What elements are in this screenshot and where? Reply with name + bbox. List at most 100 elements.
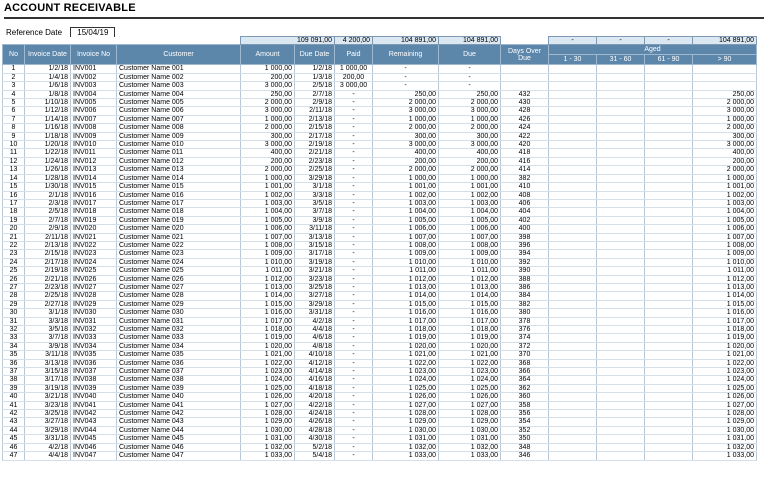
invoice-date-cell: 1/2/18 (24, 64, 71, 74)
table-row[interactable]: 37 3/15/18 INV037 Customer Name 037 1 023,00… (2, 367, 757, 377)
col-header-amount[interactable]: Amount (240, 44, 295, 66)
table-row[interactable]: 15 1/30/18 INV015 Customer Name 015 1 001,00… (2, 182, 757, 192)
col-header-no[interactable]: No (2, 44, 25, 66)
table-row[interactable]: 26 2/21/18 INV026 Customer Name 026 1 012,00… (2, 275, 757, 284)
table-row[interactable]: 9 1/18/18 INV009 Customer Name 009 300,00 2/1… (2, 132, 757, 142)
customer-name-cell: Customer Name 012 (116, 157, 241, 167)
aged-1-30-cell (548, 375, 597, 385)
table-row[interactable]: 39 3/19/18 INV039 Customer Name 039 1 025,00… (2, 384, 757, 394)
aged-61-90-cell (644, 350, 693, 360)
invoice-no-cell: INV016 (70, 191, 117, 200)
col-header-due-date[interactable]: Due Date (294, 44, 335, 66)
remaining-cell: 1 016,00 (372, 308, 439, 318)
col-header-invoice-no[interactable]: Invoice No (70, 44, 117, 66)
col-header-aged-31-60[interactable]: 31 - 60 (596, 54, 645, 66)
table-row[interactable]: 13 1/26/18 INV013 Customer Name 013 2 000,00… (2, 165, 757, 175)
table-row[interactable]: 4 1/8/18 INV004 Customer Name 004 250,00 2/7/… (2, 90, 757, 100)
table-row[interactable]: 11 1/22/18 INV011 Customer Name 011 400,00 2/… (2, 148, 757, 158)
table-row[interactable]: 43 3/27/18 INV043 Customer Name 043 1 029,00… (2, 417, 757, 427)
table-row[interactable]: 22 2/13/18 INV022 Customer Name 022 1 008,00… (2, 241, 757, 251)
days-over-due-cell: 364 (500, 375, 549, 385)
totals-row: 109 091,00 4 200,00 104 891,00 104 891,0… (2, 35, 757, 46)
col-header-aged-1-30[interactable]: 1 - 30 (548, 54, 597, 66)
table-row[interactable]: 45 3/31/18 INV045 Customer Name 045 1 031,00… (2, 434, 757, 444)
table-row[interactable]: 3 1/6/18 INV003 Customer Name 003 3 000,00 2/… (2, 81, 757, 91)
invoice-date-cell: 1/22/18 (24, 148, 71, 158)
customer-name-cell: Customer Name 005 (116, 98, 241, 108)
table-row[interactable]: 36 3/13/18 INV036 Customer Name 036 1 022,00… (2, 359, 757, 369)
table-row[interactable]: 34 3/9/18 INV034 Customer Name 034 1 020,00 4… (2, 342, 757, 352)
table-row[interactable]: 27 2/23/18 INV027 Customer Name 027 1 013,00… (2, 283, 757, 293)
table-row[interactable]: 33 3/7/18 INV033 Customer Name 033 1 019,00 4… (2, 333, 757, 343)
table-row[interactable]: 6 1/12/18 INV006 Customer Name 006 3 000,00 2… (2, 106, 757, 116)
table-row[interactable]: 24 2/17/18 INV024 Customer Name 024 1 010,00… (2, 258, 757, 268)
table-row[interactable]: 7 1/14/18 INV007 Customer Name 007 1 000,00 2… (2, 115, 757, 125)
paid-cell: - (334, 417, 373, 427)
aged-61-90-cell (644, 174, 693, 184)
row-no-cell: 31 (2, 317, 25, 327)
table-row[interactable]: 23 2/15/18 INV023 Customer Name 023 1 009,00… (2, 249, 757, 259)
table-row[interactable]: 14 1/28/18 INV014 Customer Name 014 1 000,00… (2, 174, 757, 184)
col-header-remaining[interactable]: Remaining (372, 44, 439, 66)
table-row[interactable]: 20 2/9/18 INV020 Customer Name 020 1 006,00 3… (2, 224, 757, 234)
col-header-due[interactable]: Due (438, 44, 501, 66)
due-cell: 1 024,00 (438, 375, 501, 385)
aged-61-90-cell (644, 115, 693, 125)
table-row[interactable]: 38 3/17/18 INV038 Customer Name 038 1 024,00… (2, 375, 757, 385)
table-row[interactable]: 31 3/3/18 INV031 Customer Name 031 1 017,00 4… (2, 317, 757, 327)
table-row[interactable]: 8 1/16/18 INV008 Customer Name 008 2 000,00 2… (2, 123, 757, 133)
paid-cell: - (334, 443, 373, 453)
invoice-date-cell: 3/21/18 (24, 392, 71, 402)
aged-90-cell: 2 000,00 (692, 123, 757, 133)
col-header-customer[interactable]: Customer (116, 44, 241, 66)
days-over-due-cell: 418 (500, 148, 549, 158)
aged-61-90-cell (644, 291, 693, 301)
table-row[interactable]: 40 3/21/18 INV040 Customer Name 040 1 026,00… (2, 392, 757, 402)
aged-1-30-cell (548, 434, 597, 444)
invoice-no-cell: INV008 (70, 123, 117, 133)
table-row[interactable]: 2 1/4/18 INV002 Customer Name 002 200,00 1/3/… (2, 73, 757, 83)
row-no-cell: 34 (2, 342, 25, 352)
table-row[interactable]: 29 2/27/18 INV029 Customer Name 029 1 015,00… (2, 300, 757, 310)
table-row[interactable]: 21 2/11/18 INV021 Customer Name 021 1 007,00… (2, 233, 757, 242)
table-row[interactable]: 46 4/2/18 INV046 Customer Name 046 1 032,00 5… (2, 443, 757, 453)
table-row[interactable]: 47 4/4/18 INV047 Customer Name 047 1 033,00 5… (2, 451, 757, 461)
table-row[interactable]: 1 1/2/18 INV001 Customer Name 001 1 000,00 1/… (2, 64, 757, 74)
amount-cell: 1 020,00 (240, 342, 295, 352)
col-header-paid[interactable]: Paid (334, 44, 373, 66)
table-row[interactable]: 25 2/19/18 INV025 Customer Name 025 1 011,00… (2, 266, 757, 276)
table-row[interactable]: 28 2/25/18 INV028 Customer Name 028 1 014,00… (2, 291, 757, 301)
table-row[interactable]: 30 3/1/18 INV030 Customer Name 030 1 016,00 3… (2, 308, 757, 318)
invoice-date-cell: 2/7/18 (24, 216, 71, 226)
remaining-cell: 300,00 (372, 132, 439, 142)
table-row[interactable]: 10 1/20/18 INV010 Customer Name 010 3 000,00… (2, 140, 757, 150)
col-header-aged-90[interactable]: > 90 (692, 54, 757, 66)
invoice-date-cell: 3/1/18 (24, 308, 71, 318)
aged-1-30-cell (548, 115, 597, 125)
table-row[interactable]: 16 2/1/18 INV016 Customer Name 016 1 002,00 3… (2, 191, 757, 200)
table-row[interactable]: 17 2/3/18 INV017 Customer Name 017 1 003,00 3… (2, 199, 757, 209)
table-row[interactable]: 12 1/24/18 INV012 Customer Name 012 200,00 2/… (2, 157, 757, 167)
aged-1-30-cell (548, 308, 597, 318)
table-row[interactable]: 32 3/5/18 INV032 Customer Name 032 1 018,00 4… (2, 325, 757, 335)
invoice-date-cell: 2/21/18 (24, 275, 71, 284)
col-header-invoice-date[interactable]: Invoice Date (24, 44, 71, 66)
col-header-aged-61-90[interactable]: 61 - 90 (644, 54, 693, 66)
aged-31-60-cell (596, 417, 645, 427)
due-cell: 1 014,00 (438, 291, 501, 301)
aged-61-90-cell (644, 283, 693, 293)
table-row[interactable]: 42 3/25/18 INV042 Customer Name 042 1 028,00… (2, 409, 757, 419)
table-row[interactable]: 19 2/7/18 INV019 Customer Name 019 1 005,00 3… (2, 216, 757, 226)
table-row[interactable]: 18 2/5/18 INV018 Customer Name 018 1 004,00 3… (2, 207, 757, 217)
table-row[interactable]: 44 3/29/18 INV044 Customer Name 044 1 030,00… (2, 426, 757, 436)
table-row[interactable]: 5 1/10/18 INV005 Customer Name 005 2 000,00 2… (2, 98, 757, 108)
table-row[interactable]: 41 3/23/18 INV041 Customer Name 041 1 027,00… (2, 401, 757, 411)
customer-name-cell: Customer Name 032 (116, 325, 241, 335)
invoice-date-cell: 3/31/18 (24, 434, 71, 444)
due-cell: - (438, 73, 501, 83)
invoice-date-cell: 1/10/18 (24, 98, 71, 108)
table-row[interactable]: 35 3/11/18 INV035 Customer Name 035 1 021,00… (2, 350, 757, 360)
remaining-cell: 1 007,00 (372, 233, 439, 242)
col-header-days-over-due[interactable]: Days Over Due (500, 44, 549, 66)
col-header-aged[interactable]: Aged (548, 44, 757, 56)
